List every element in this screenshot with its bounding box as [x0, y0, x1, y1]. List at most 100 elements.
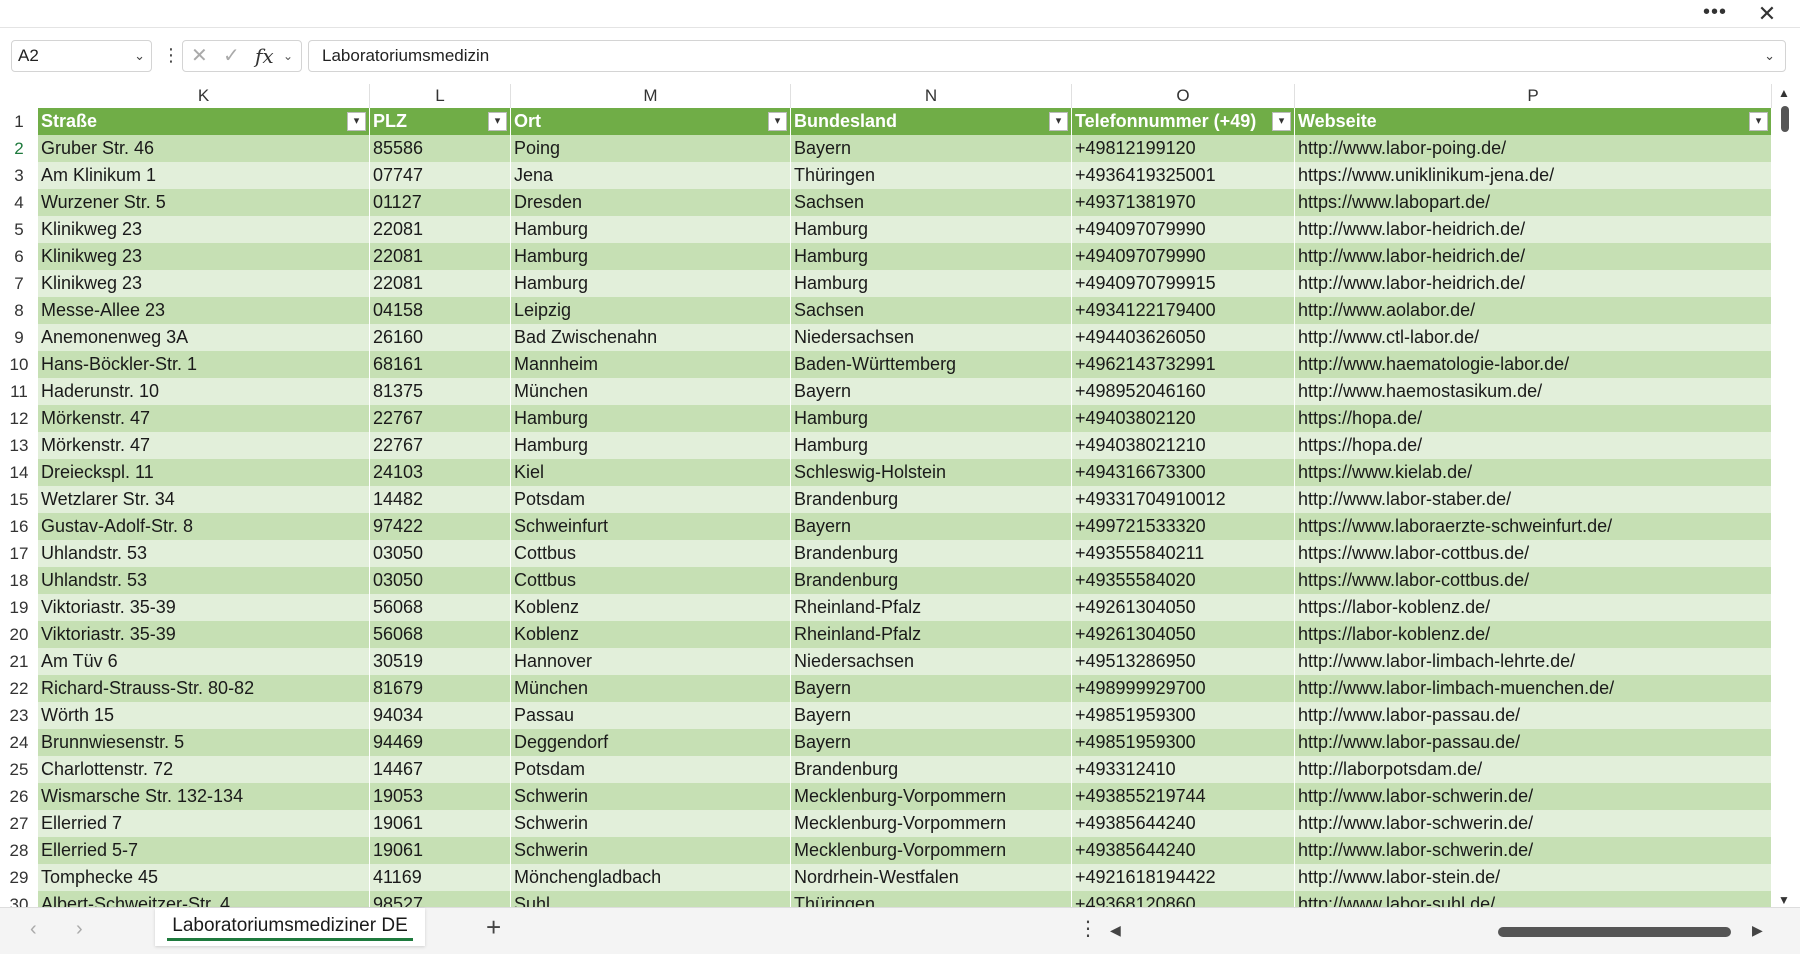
row-header[interactable]: 11 — [0, 378, 38, 405]
close-icon[interactable]: ✕ — [1752, 2, 1782, 26]
table-cell-ort[interactable]: Schweinfurt — [511, 513, 791, 540]
row-header[interactable]: 13 — [0, 432, 38, 459]
table-header-ort[interactable]: Ort ▾ — [511, 108, 791, 135]
table-cell-plz[interactable]: 01127 — [370, 189, 511, 216]
table-cell-webseite[interactable]: http://www.labor-suhl.de/ — [1295, 891, 1772, 907]
table-cell-telefon[interactable]: +49851959300 — [1072, 702, 1295, 729]
table-cell-plz[interactable]: 19061 — [370, 837, 511, 864]
table-cell-strasse[interactable]: Charlottenstr. 72 — [38, 756, 370, 783]
table-cell-telefon[interactable]: +49331704910012 — [1072, 486, 1295, 513]
table-cell-webseite[interactable]: https://www.labor-cottbus.de/ — [1295, 567, 1772, 594]
table-cell-strasse[interactable]: Uhlandstr. 53 — [38, 540, 370, 567]
table-cell-telefon[interactable]: +49368120860 — [1072, 891, 1295, 907]
more-options-icon[interactable]: ••• — [1700, 2, 1730, 26]
row-header[interactable]: 22 — [0, 675, 38, 702]
table-cell-webseite[interactable]: https://labor-koblenz.de/ — [1295, 621, 1772, 648]
row-header[interactable]: 14 — [0, 459, 38, 486]
row-header[interactable]: 8 — [0, 297, 38, 324]
table-cell-plz[interactable]: 14482 — [370, 486, 511, 513]
table-cell-ort[interactable]: Hamburg — [511, 405, 791, 432]
table-cell-ort[interactable]: Cottbus — [511, 567, 791, 594]
table-cell-plz[interactable]: 81679 — [370, 675, 511, 702]
table-cell-bundesland[interactable]: Rheinland-Pfalz — [791, 594, 1072, 621]
table-cell-bundesland[interactable]: Mecklenburg-Vorpommern — [791, 783, 1072, 810]
row-header[interactable]: 16 — [0, 513, 38, 540]
table-cell-webseite[interactable]: http://www.labor-passau.de/ — [1295, 729, 1772, 756]
sheet-tab-active[interactable]: Laboratoriumsmediziner DE — [155, 908, 425, 946]
table-cell-strasse[interactable]: Klinikweg 23 — [38, 216, 370, 243]
table-cell-plz[interactable]: 30519 — [370, 648, 511, 675]
table-cell-ort[interactable]: Passau — [511, 702, 791, 729]
table-cell-telefon[interactable]: +494038021210 — [1072, 432, 1295, 459]
table-cell-ort[interactable]: Hamburg — [511, 216, 791, 243]
table-cell-bundesland[interactable]: Bayern — [791, 135, 1072, 162]
table-cell-plz[interactable]: 22081 — [370, 270, 511, 297]
table-cell-ort[interactable]: Schwerin — [511, 783, 791, 810]
table-cell-strasse[interactable]: Richard-Strauss-Str. 80-82 — [38, 675, 370, 702]
table-cell-plz[interactable]: 03050 — [370, 567, 511, 594]
table-cell-plz[interactable]: 24103 — [370, 459, 511, 486]
table-cell-strasse[interactable]: Messe-Allee 23 — [38, 297, 370, 324]
row-header[interactable]: 4 — [0, 189, 38, 216]
row-header[interactable]: 19 — [0, 594, 38, 621]
row-header[interactable]: 24 — [0, 729, 38, 756]
table-cell-strasse[interactable]: Wurzener Str. 5 — [38, 189, 370, 216]
column-header-o[interactable]: O — [1072, 84, 1295, 108]
table-cell-webseite[interactable]: http://www.labor-staber.de/ — [1295, 486, 1772, 513]
table-cell-bundesland[interactable]: Brandenburg — [791, 756, 1072, 783]
table-cell-ort[interactable]: Poing — [511, 135, 791, 162]
table-cell-telefon[interactable]: +4934122179400 — [1072, 297, 1295, 324]
table-cell-webseite[interactable]: http://www.labor-heidrich.de/ — [1295, 216, 1772, 243]
table-cell-bundesland[interactable]: Bayern — [791, 513, 1072, 540]
row-header[interactable]: 28 — [0, 837, 38, 864]
vertical-dots-icon[interactable]: ⋮ — [162, 44, 180, 68]
table-cell-telefon[interactable]: +49513286950 — [1072, 648, 1295, 675]
table-cell-strasse[interactable]: Mörkenstr. 47 — [38, 432, 370, 459]
table-cell-ort[interactable]: München — [511, 378, 791, 405]
row-header[interactable]: 9 — [0, 324, 38, 351]
table-cell-bundesland[interactable]: Bayern — [791, 729, 1072, 756]
next-sheet-icon[interactable]: › — [76, 918, 83, 941]
table-cell-strasse[interactable]: Viktoriastr. 35-39 — [38, 594, 370, 621]
name-box[interactable]: A2 ⌄ — [11, 40, 152, 72]
table-cell-webseite[interactable]: https://hopa.de/ — [1295, 432, 1772, 459]
table-cell-bundesland[interactable]: Hamburg — [791, 432, 1072, 459]
table-cell-bundesland[interactable]: Mecklenburg-Vorpommern — [791, 810, 1072, 837]
table-cell-webseite[interactable]: http://www.aolabor.de/ — [1295, 297, 1772, 324]
table-cell-telefon[interactable]: +49812199120 — [1072, 135, 1295, 162]
row-header[interactable]: 26 — [0, 783, 38, 810]
table-cell-webseite[interactable]: https://www.laboraerzte-schweinfurt.de/ — [1295, 513, 1772, 540]
table-cell-telefon[interactable]: +4940970799915 — [1072, 270, 1295, 297]
row-header[interactable]: 6 — [0, 243, 38, 270]
table-cell-bundesland[interactable]: Rheinland-Pfalz — [791, 621, 1072, 648]
filter-dropdown-icon[interactable]: ▾ — [347, 112, 366, 131]
row-header[interactable]: 1 — [0, 108, 38, 135]
table-cell-strasse[interactable]: Dreieckspl. 11 — [38, 459, 370, 486]
table-cell-ort[interactable]: Jena — [511, 162, 791, 189]
column-header-p[interactable]: P — [1295, 84, 1772, 108]
table-cell-strasse[interactable]: Wörth 15 — [38, 702, 370, 729]
table-cell-telefon[interactable]: +494097079990 — [1072, 243, 1295, 270]
table-cell-telefon[interactable]: +49261304050 — [1072, 621, 1295, 648]
table-cell-plz[interactable]: 94034 — [370, 702, 511, 729]
scroll-right-icon[interactable]: ▶ — [1752, 922, 1763, 939]
table-cell-ort[interactable]: Bad Zwischenahn — [511, 324, 791, 351]
table-cell-strasse[interactable]: Klinikweg 23 — [38, 243, 370, 270]
row-header[interactable]: 29 — [0, 864, 38, 891]
table-cell-telefon[interactable]: +493555840211 — [1072, 540, 1295, 567]
table-cell-plz[interactable]: 68161 — [370, 351, 511, 378]
table-cell-plz[interactable]: 19061 — [370, 810, 511, 837]
table-cell-telefon[interactable]: +498999929700 — [1072, 675, 1295, 702]
table-cell-ort[interactable]: Potsdam — [511, 756, 791, 783]
table-cell-ort[interactable]: Hannover — [511, 648, 791, 675]
table-cell-strasse[interactable]: Wismarsche Str. 132-134 — [38, 783, 370, 810]
table-cell-strasse[interactable]: Brunnwiesenstr. 5 — [38, 729, 370, 756]
table-cell-telefon[interactable]: +4921618194422 — [1072, 864, 1295, 891]
table-cell-bundesland[interactable]: Baden-Württemberg — [791, 351, 1072, 378]
table-cell-bundesland[interactable]: Nordrhein-Westfalen — [791, 864, 1072, 891]
table-cell-telefon[interactable]: +494316673300 — [1072, 459, 1295, 486]
table-cell-webseite[interactable]: http://www.ctl-labor.de/ — [1295, 324, 1772, 351]
table-cell-telefon[interactable]: +494403626050 — [1072, 324, 1295, 351]
table-cell-telefon[interactable]: +499721533320 — [1072, 513, 1295, 540]
table-cell-plz[interactable]: 98527 — [370, 891, 511, 907]
